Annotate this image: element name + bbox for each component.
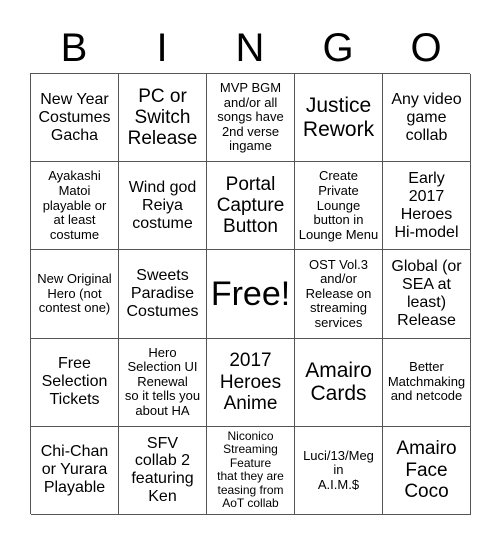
bingo-cell[interactable]: Amairo Cards xyxy=(295,338,383,427)
bingo-free-space[interactable]: Free! xyxy=(207,250,295,339)
bingo-cell[interactable]: Hero Selection UI Renewal so it tells yo… xyxy=(119,338,207,427)
bingo-header: B I N G O xyxy=(30,22,470,74)
bingo-cell[interactable]: Niconico Streaming Feature that they are… xyxy=(207,426,295,515)
bingo-cell[interactable]: New Year Costumes Gacha xyxy=(31,74,119,163)
bingo-cell[interactable]: Chi-Chan or Yurara Playable xyxy=(31,426,119,515)
header-letter-g: G xyxy=(322,26,354,70)
bingo-cell[interactable]: MVP BGM and/or all songs have 2nd verse … xyxy=(207,74,295,163)
bingo-cell[interactable]: Portal Capture Button xyxy=(207,162,295,251)
bingo-cell[interactable]: Any video game collab xyxy=(383,74,471,163)
bingo-cell[interactable]: Ayakashi Matoi playable or at least cost… xyxy=(31,162,119,251)
header-letter-b: B xyxy=(60,26,88,70)
bingo-cell[interactable]: Amairo Face Coco xyxy=(383,426,471,515)
bingo-cell[interactable]: Global (or SEA at least) Release xyxy=(383,250,471,339)
bingo-cell[interactable]: Early 2017 Heroes Hi-model xyxy=(383,162,471,251)
bingo-cell[interactable]: Wind god Reiya costume xyxy=(119,162,207,251)
bingo-cell[interactable]: Create Private Lounge button in Lounge M… xyxy=(295,162,383,251)
bingo-cell[interactable]: SFV collab 2 featuring Ken xyxy=(119,426,207,515)
header-letter-o: O xyxy=(410,26,442,70)
bingo-cell[interactable]: Luci/13/Meg in A.I.M.$ xyxy=(295,426,383,515)
bingo-cell[interactable]: Justice Rework xyxy=(295,74,383,163)
bingo-cell[interactable]: Sweets Paradise Costumes xyxy=(119,250,207,339)
bingo-cell[interactable]: PC or Switch Release xyxy=(119,74,207,163)
bingo-card-grid: New Year Costumes Gacha PC or Switch Rele… xyxy=(30,73,471,515)
bingo-cell[interactable]: 2017 Heroes Anime xyxy=(207,338,295,427)
header-letter-i: I xyxy=(156,26,168,70)
bingo-cell[interactable]: Free Selection Tickets xyxy=(31,338,119,427)
header-letter-n: N xyxy=(235,26,265,70)
bingo-cell[interactable]: Better Matchmaking and netcode xyxy=(383,338,471,427)
bingo-cell[interactable]: New Original Hero (not contest one) xyxy=(31,250,119,339)
bingo-cell[interactable]: OST Vol.3 and/or Release on streaming se… xyxy=(295,250,383,339)
